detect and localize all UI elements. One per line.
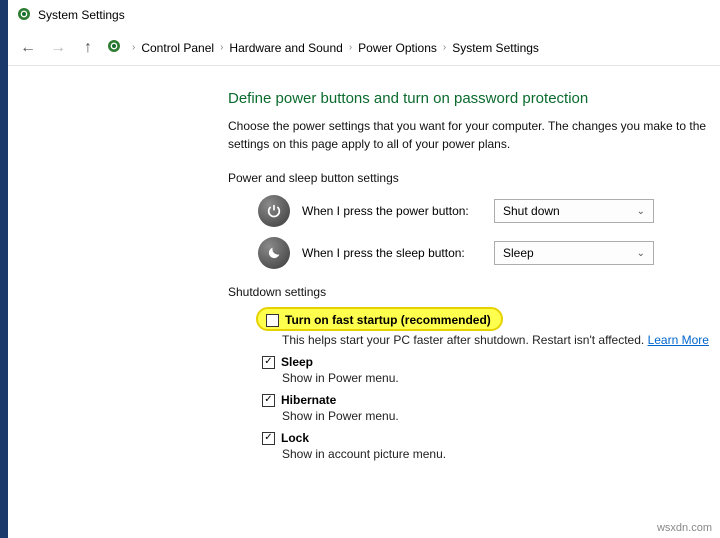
- hibernate-checkbox[interactable]: [262, 394, 275, 407]
- dropdown-value: Sleep: [503, 246, 534, 260]
- navigation-bar: ← → ↑ › Control Panel › Hardware and Sou…: [8, 30, 720, 66]
- sleep-button-label: When I press the sleep button:: [302, 246, 482, 260]
- section-power-sleep-label: Power and sleep button settings: [228, 171, 720, 185]
- power-icon: [258, 195, 290, 227]
- sleep-title: Sleep: [281, 355, 313, 369]
- breadcrumb-item[interactable]: System Settings: [452, 41, 539, 55]
- hibernate-title: Hibernate: [281, 393, 336, 407]
- forward-button[interactable]: →: [46, 36, 70, 60]
- power-button-row: When I press the power button: Shut down…: [258, 195, 720, 227]
- hibernate-option: Hibernate: [262, 393, 720, 407]
- section-shutdown-label: Shutdown settings: [228, 285, 720, 299]
- lock-title: Lock: [281, 431, 309, 445]
- page-subtext: Choose the power settings that you want …: [228, 117, 720, 153]
- lock-option: Lock: [262, 431, 720, 445]
- lock-checkbox[interactable]: [262, 432, 275, 445]
- fast-startup-desc: This helps start your PC faster after sh…: [282, 333, 720, 347]
- power-button-label: When I press the power button:: [302, 204, 482, 218]
- fast-startup-highlight: Turn on fast startup (recommended): [256, 307, 503, 331]
- sleep-button-dropdown[interactable]: Sleep ⌄: [494, 241, 654, 265]
- sleep-desc: Show in Power menu.: [282, 371, 720, 385]
- chevron-right-icon: ›: [132, 42, 135, 53]
- fast-startup-checkbox[interactable]: [266, 314, 279, 327]
- power-options-icon: [106, 38, 122, 57]
- page-heading: Define power buttons and turn on passwor…: [228, 90, 720, 107]
- up-button[interactable]: ↑: [76, 36, 100, 60]
- chevron-down-icon: ⌄: [637, 206, 645, 217]
- breadcrumb[interactable]: › Control Panel › Hardware and Sound › P…: [128, 41, 539, 55]
- power-options-icon: [16, 6, 32, 25]
- sleep-option: Sleep: [262, 355, 720, 369]
- content-area: Define power buttons and turn on passwor…: [8, 66, 720, 461]
- titlebar: System Settings: [8, 0, 720, 30]
- breadcrumb-item[interactable]: Hardware and Sound: [229, 41, 342, 55]
- sleep-icon: [258, 237, 290, 269]
- chevron-right-icon: ›: [220, 42, 223, 53]
- back-button[interactable]: ←: [16, 36, 40, 60]
- dropdown-value: Shut down: [503, 204, 560, 218]
- learn-more-link[interactable]: Learn More: [648, 333, 709, 347]
- hibernate-desc: Show in Power menu.: [282, 409, 720, 423]
- breadcrumb-item[interactable]: Control Panel: [141, 41, 214, 55]
- lock-desc: Show in account picture menu.: [282, 447, 720, 461]
- sleep-checkbox[interactable]: [262, 356, 275, 369]
- fast-startup-title: Turn on fast startup (recommended): [285, 313, 491, 327]
- window-title: System Settings: [38, 8, 125, 22]
- breadcrumb-item[interactable]: Power Options: [358, 41, 437, 55]
- watermark: wsxdn.com: [657, 522, 712, 534]
- chevron-right-icon: ›: [443, 42, 446, 53]
- chevron-down-icon: ⌄: [637, 248, 645, 259]
- sleep-button-row: When I press the sleep button: Sleep ⌄: [258, 237, 720, 269]
- power-button-dropdown[interactable]: Shut down ⌄: [494, 199, 654, 223]
- chevron-right-icon: ›: [349, 42, 352, 53]
